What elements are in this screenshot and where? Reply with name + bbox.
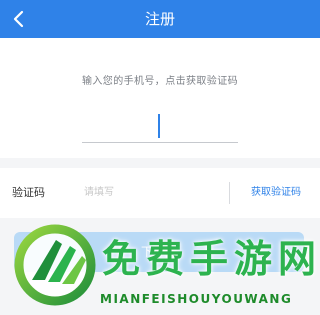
verification-code-input[interactable]: 请填写 [84, 168, 214, 218]
get-code-button[interactable]: 获取验证码 [237, 168, 315, 218]
phone-section: 输入您的手机号，点击获取验证码 [0, 38, 320, 158]
register-screen: 注册 输入您的手机号，点击获取验证码 验证码 请填写 获取验证码 下一步 免费手… [0, 0, 320, 315]
top-bar: 注册 [0, 0, 320, 38]
next-button[interactable]: 下一步 [14, 232, 304, 272]
phone-hint: 输入您的手机号，点击获取验证码 [82, 76, 238, 87]
verification-label: 验证码 [12, 186, 45, 199]
verification-row: 验证码 请填写 获取验证码 [0, 168, 320, 218]
phone-input[interactable] [82, 108, 238, 143]
text-cursor [158, 114, 160, 138]
vertical-divider [229, 182, 230, 204]
watermark-subtitle: MIANFEISHOUYOUWANG [100, 292, 293, 306]
page-title: 注册 [144, 10, 175, 28]
